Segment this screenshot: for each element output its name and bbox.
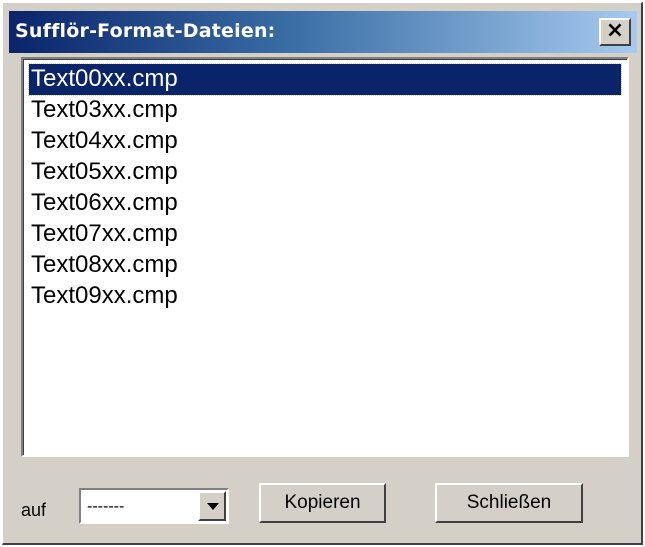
window-title: Sufflör-Format-Dateien: [15,20,276,42]
close-icon[interactable]: × [599,18,631,46]
target-label: auf [21,500,47,520]
list-item[interactable]: Text07xx.cmp [29,219,621,250]
list-item[interactable]: Text03xx.cmp [29,95,621,126]
close-button[interactable]: Schließen [435,483,583,523]
target-combobox[interactable]: ------- [79,488,229,524]
list-item[interactable]: Text09xx.cmp [29,281,621,312]
list-item[interactable]: Text00xx.cmp [28,63,622,96]
list-item[interactable]: Text04xx.cmp [29,126,621,157]
dialog-window: Sufflör-Format-Dateien: × Text00xx.cmp T… [2,2,643,545]
copy-button[interactable]: Kopieren [259,483,386,523]
list-item[interactable]: Text06xx.cmp [29,188,621,219]
file-listbox[interactable]: Text00xx.cmp Text03xx.cmp Text04xx.cmp T… [21,57,629,457]
chevron-down-icon[interactable] [198,491,226,521]
title-bar[interactable]: Sufflör-Format-Dateien: × [9,11,637,53]
list-item[interactable]: Text08xx.cmp [29,250,621,281]
combobox-value: ------- [87,498,125,515]
list-item[interactable]: Text05xx.cmp [29,157,621,188]
